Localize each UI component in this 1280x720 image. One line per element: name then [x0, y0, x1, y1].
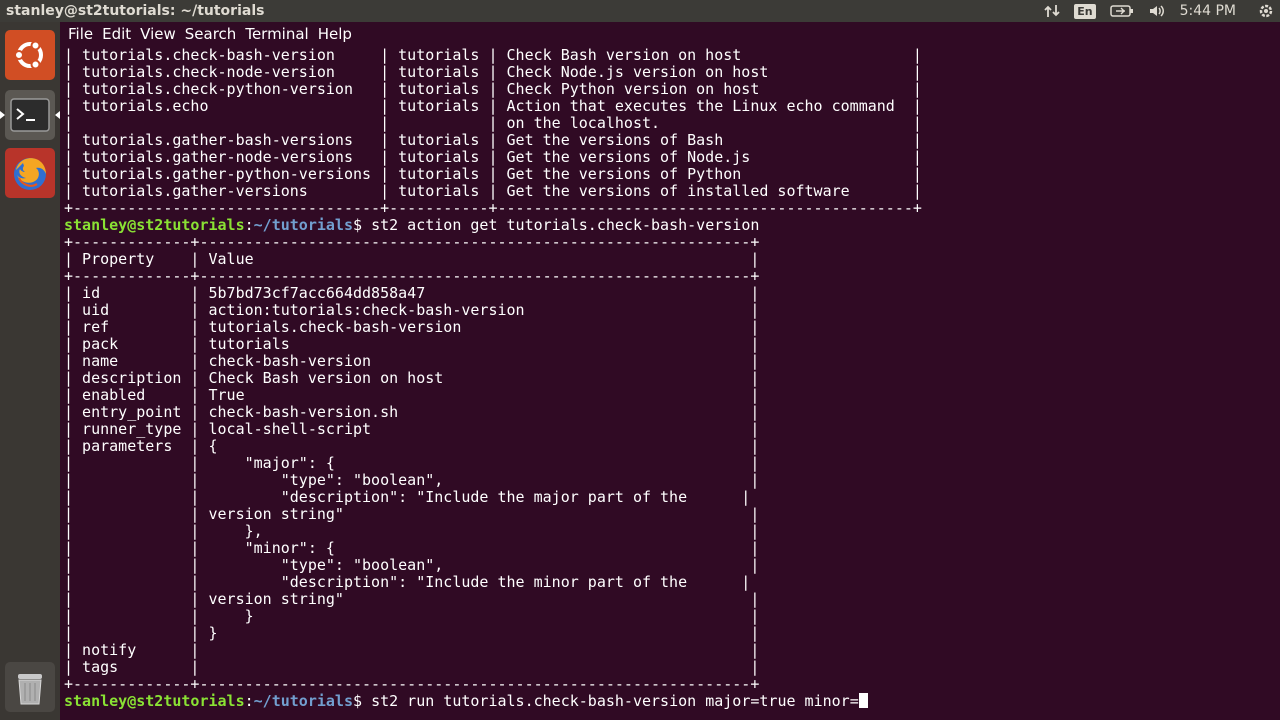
- prompt-symbol: $: [353, 216, 372, 234]
- terminal-prompt-line: stanley@st2tutorials:~/tutorials$ st2 ac…: [64, 217, 1269, 234]
- terminal-line: | | "description": "Include the minor pa…: [64, 573, 751, 591]
- ubuntu-dash-button[interactable]: [5, 30, 55, 80]
- terminal-line: | tutorials.check-node-version | tutoria…: [64, 63, 922, 81]
- terminal-line: | | }, |: [64, 522, 760, 540]
- menu-help[interactable]: Help: [318, 25, 352, 43]
- menu-view[interactable]: View: [140, 25, 176, 43]
- terminal-line: | tutorials.gather-versions | tutorials …: [64, 182, 922, 200]
- firefox-icon: [14, 158, 46, 190]
- terminal-line: +-------------+-------------------------…: [64, 267, 760, 285]
- terminal-line: | tutorials.check-bash-version | tutoria…: [64, 47, 922, 64]
- terminal-output[interactable]: | tutorials.check-bash-version | tutoria…: [64, 47, 1269, 720]
- terminal-line: | | "major": { |: [64, 454, 760, 472]
- terminal-line: +-------------+-------------------------…: [64, 233, 760, 251]
- terminal-line: | id | 5b7bd73cf7acc664dd858a47 |: [64, 284, 760, 302]
- menu-terminal[interactable]: Terminal: [245, 25, 308, 43]
- prompt-separator: :: [244, 692, 254, 710]
- window-title: stanley@st2tutorials: ~/tutorials: [6, 3, 265, 19]
- terminal-line: | | "type": "boolean", |: [64, 471, 760, 489]
- prompt-directory: ~/tutorials: [253, 216, 353, 234]
- terminal-line: +-------------+-------------------------…: [64, 675, 760, 693]
- prompt-user: stanley@st2tutorials: [64, 216, 245, 234]
- clock[interactable]: 5:44 PM: [1180, 3, 1236, 19]
- volume-icon[interactable]: [1148, 3, 1166, 19]
- launcher: [0, 22, 60, 720]
- menu-edit[interactable]: Edit: [102, 25, 131, 43]
- terminal-line: +----------------------------------+----…: [64, 199, 922, 217]
- terminal-line: | entry_point | check-bash-version.sh |: [64, 403, 760, 421]
- terminal-line: | tutorials.echo | tutorials | Action th…: [64, 97, 922, 115]
- terminal-line: | tutorials.gather-python-versions | tut…: [64, 165, 922, 183]
- ubuntu-logo-icon: [14, 40, 43, 70]
- terminal-line: | tutorials.check-python-version | tutor…: [64, 80, 922, 98]
- command-text: st2 action get tutorials.check-bash-vers…: [371, 216, 760, 234]
- prompt-directory: ~/tutorials: [253, 692, 353, 710]
- terminal-line: | | version string" |: [64, 505, 760, 523]
- menu-file[interactable]: File: [68, 25, 93, 43]
- terminal-line: | | | on the localhost. |: [64, 114, 922, 132]
- battery-icon[interactable]: [1109, 4, 1134, 18]
- terminal-line: | ref | tutorials.check-bash-version |: [64, 318, 760, 336]
- terminal-line: | Property | Value |: [64, 250, 760, 268]
- keyboard-language-icon[interactable]: En: [1074, 3, 1096, 19]
- terminal-line: | runner_type | local-shell-script |: [64, 420, 760, 438]
- menu-search[interactable]: Search: [185, 25, 237, 43]
- top-panel: stanley@st2tutorials: ~/tutorials En 5:4…: [0, 0, 1280, 22]
- terminal-menubar: File Edit View Search Terminal Help: [60, 22, 1280, 46]
- terminal-prompt-line: stanley@st2tutorials:~/tutorials$ st2 ru…: [64, 693, 1269, 710]
- terminal-line: | uid | action:tutorials:check-bash-vers…: [64, 301, 760, 319]
- text-cursor: [858, 693, 868, 708]
- trash-launcher-button[interactable]: [5, 662, 55, 712]
- terminal-text: | tutorials.check-bash-version | tutoria…: [64, 47, 1269, 710]
- prompt-symbol: $: [353, 692, 372, 710]
- command-text: st2 run tutorials.check-bash-version maj…: [371, 692, 859, 710]
- terminal-line: | description | Check Bash version on ho…: [64, 369, 760, 387]
- network-transfer-icon[interactable]: [1044, 3, 1060, 19]
- terminal-line: | | "description": "Include the major pa…: [64, 488, 751, 506]
- terminal-line: | tutorials.gather-node-versions | tutor…: [64, 148, 922, 166]
- terminal-line: | tutorials.gather-bash-versions | tutor…: [64, 131, 922, 149]
- firefox-launcher-button[interactable]: [5, 148, 55, 198]
- terminal-line: | notify | |: [64, 641, 760, 659]
- terminal-line: | | "minor": { |: [64, 539, 760, 557]
- terminal-icon: [10, 98, 50, 132]
- terminal-line: | | } |: [64, 607, 760, 625]
- terminal-line: | | } |: [64, 624, 760, 642]
- trash-icon: [18, 674, 42, 705]
- terminal-line: | | "type": "boolean", |: [64, 556, 760, 574]
- terminal-line: | enabled | True |: [64, 386, 760, 404]
- terminal-line: | pack | tutorials |: [64, 335, 760, 353]
- terminal-line: | name | check-bash-version |: [64, 352, 760, 370]
- terminal-launcher-button[interactable]: [0, 90, 60, 140]
- terminal-line: | parameters | { |: [64, 437, 760, 455]
- prompt-separator: :: [244, 216, 254, 234]
- prompt-user: stanley@st2tutorials: [64, 692, 245, 710]
- terminal-line: | | version string" |: [64, 590, 760, 608]
- power-gear-icon[interactable]: [1258, 3, 1274, 19]
- terminal-scrollbar[interactable]: [1270, 46, 1280, 720]
- indicator-area: En 5:44 PM: [1044, 0, 1280, 22]
- terminal-line: | tags | |: [64, 658, 760, 676]
